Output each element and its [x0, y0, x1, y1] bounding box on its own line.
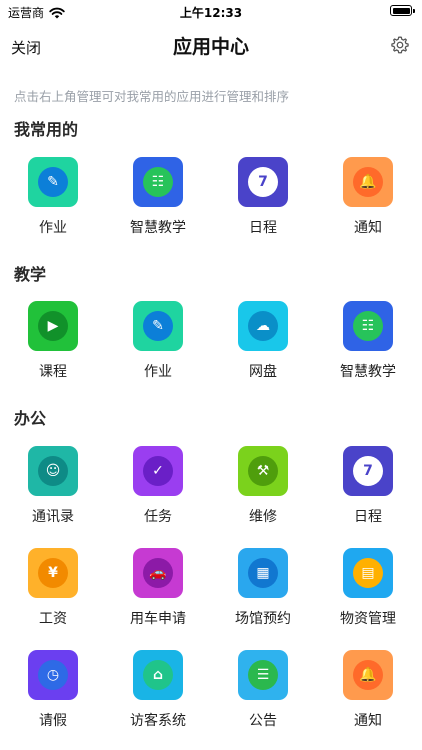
app-label: 作业 — [144, 364, 172, 380]
app-label: 通讯录 — [32, 509, 74, 525]
app-teaching-0[interactable]: ▶ 课程 — [0, 301, 106, 381]
app-office-1[interactable]: ✓ 任务 — [105, 446, 211, 526]
app-icon: 7 — [238, 157, 288, 207]
app-label: 访客系统 — [130, 713, 186, 729]
app-label: 日程 — [354, 509, 382, 525]
app-glyph-icon: ✎ — [143, 311, 173, 341]
battery-icon — [390, 5, 415, 16]
app-office-11[interactable]: 🔔 通知 — [315, 650, 421, 730]
app-office-0[interactable]: ☺ 通讯录 — [0, 446, 106, 526]
app-icon: 🔔 — [343, 650, 393, 700]
app-label: 用车申请 — [130, 611, 186, 627]
app-glyph-icon: ☷ — [353, 311, 383, 341]
app-glyph-icon: 🔔 — [353, 167, 383, 197]
app-glyph-icon: 7 — [353, 456, 383, 486]
app-icon: ✎ — [133, 301, 183, 351]
app-glyph-icon: ✓ — [143, 456, 173, 486]
app-icon: ▤ — [343, 548, 393, 598]
app-office-4[interactable]: ¥ 工资 — [0, 548, 106, 628]
app-icon: ☺ — [28, 446, 78, 496]
page-title: 应用中心 — [172, 36, 249, 58]
app-icon: ✓ — [133, 446, 183, 496]
app-glyph-icon: 🚗 — [143, 558, 173, 588]
app-icon: ◷ — [28, 650, 78, 700]
app-teaching-1[interactable]: ✎ 作业 — [105, 301, 211, 381]
app-icon: ⚒ — [238, 446, 288, 496]
app-glyph-icon: ☷ — [143, 167, 173, 197]
app-label: 课程 — [39, 364, 67, 380]
app-label: 工资 — [39, 611, 67, 627]
app-label: 公告 — [249, 713, 277, 729]
app-label: 智慧教学 — [340, 364, 396, 380]
app-icon: ☰ — [238, 650, 288, 700]
app-favorites-2[interactable]: 7 日程 — [210, 157, 316, 237]
app-glyph-icon: ¥ — [38, 558, 68, 588]
app-teaching-3[interactable]: ☷ 智慧教学 — [315, 301, 421, 381]
app-icon: ✎ — [28, 157, 78, 207]
app-label: 请假 — [39, 713, 67, 729]
app-office-9[interactable]: ⌂ 访客系统 — [105, 650, 211, 730]
app-glyph-icon: ▶ — [38, 311, 68, 341]
gear-icon[interactable] — [390, 35, 410, 55]
app-label: 作业 — [39, 220, 67, 236]
app-office-6[interactable]: ▦ 场馆预约 — [210, 548, 316, 628]
app-icon: ☷ — [133, 157, 183, 207]
app-icon: 7 — [343, 446, 393, 496]
management-hint: 点击右上角管理可对我常用的应用进行管理和排序 — [14, 89, 290, 104]
app-label: 维修 — [249, 509, 277, 525]
app-glyph-icon: 7 — [248, 167, 278, 197]
app-glyph-icon: ⚒ — [248, 456, 278, 486]
app-office-8[interactable]: ◷ 请假 — [0, 650, 106, 730]
app-glyph-icon: 🔔 — [353, 660, 383, 690]
app-office-10[interactable]: ☰ 公告 — [210, 650, 316, 730]
app-icon: ☁ — [238, 301, 288, 351]
app-office-5[interactable]: 🚗 用车申请 — [105, 548, 211, 628]
section-title-teaching: 教学 — [14, 265, 47, 284]
app-glyph-icon: ▤ — [353, 558, 383, 588]
status-time: 上午12:33 — [179, 6, 243, 20]
app-favorites-0[interactable]: ✎ 作业 — [0, 157, 106, 237]
app-label: 物资管理 — [340, 611, 396, 627]
status-bar: 运营商 上午12:33 — [0, 0, 422, 24]
app-favorites-1[interactable]: ☷ 智慧教学 — [105, 157, 211, 237]
app-teaching-2[interactable]: ☁ 网盘 — [210, 301, 316, 381]
app-icon: ☷ — [343, 301, 393, 351]
app-glyph-icon: ☰ — [248, 660, 278, 690]
app-office-2[interactable]: ⚒ 维修 — [210, 446, 316, 526]
app-label: 场馆预约 — [235, 611, 291, 627]
app-label: 任务 — [144, 509, 172, 525]
app-glyph-icon: ⌂ — [143, 660, 173, 690]
app-glyph-icon: ◷ — [38, 660, 68, 690]
app-label: 通知 — [354, 220, 382, 236]
app-label: 通知 — [354, 713, 382, 729]
app-label: 智慧教学 — [130, 220, 186, 236]
app-favorites-3[interactable]: 🔔 通知 — [315, 157, 421, 237]
app-office-7[interactable]: ▤ 物资管理 — [315, 548, 421, 628]
section-title-favorites: 我常用的 — [14, 120, 79, 139]
app-glyph-icon: ✎ — [38, 167, 68, 197]
app-label: 网盘 — [249, 364, 277, 380]
app-icon: ▦ — [238, 548, 288, 598]
app-glyph-icon: ☺ — [38, 456, 68, 486]
app-icon: 🚗 — [133, 548, 183, 598]
app-label: 日程 — [249, 220, 277, 236]
navigation-bar: 关闭 应用中心 — [0, 24, 422, 68]
app-glyph-icon: ▦ — [248, 558, 278, 588]
app-glyph-icon: ☁ — [248, 311, 278, 341]
app-icon: ▶ — [28, 301, 78, 351]
app-icon: ¥ — [28, 548, 78, 598]
app-icon: 🔔 — [343, 157, 393, 207]
app-office-3[interactable]: 7 日程 — [315, 446, 421, 526]
app-icon: ⌂ — [133, 650, 183, 700]
section-title-office: 办公 — [14, 409, 47, 428]
